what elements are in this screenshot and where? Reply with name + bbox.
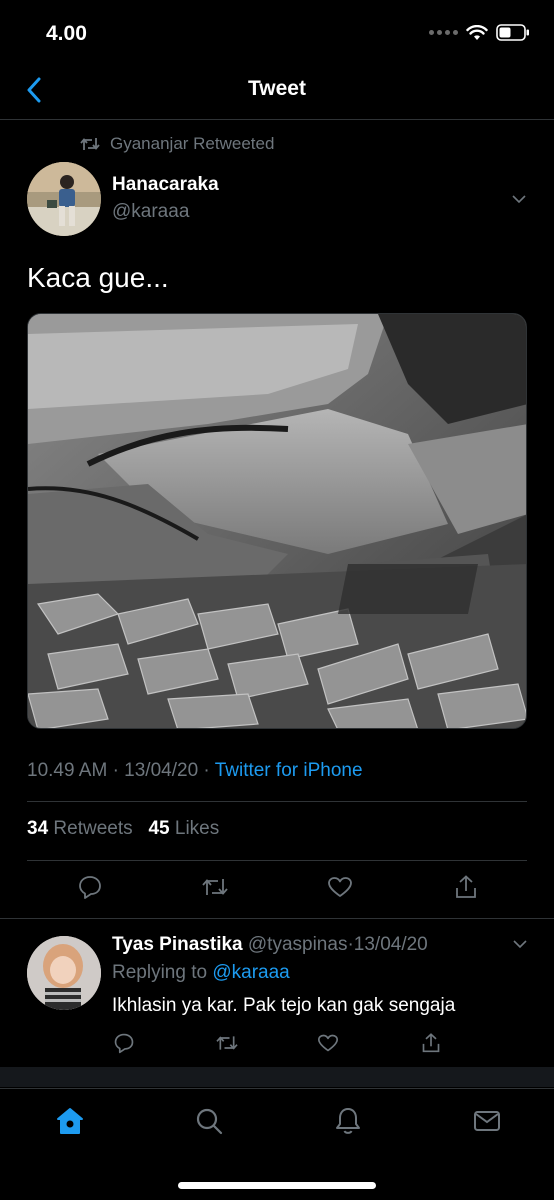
likes-label: Likes [174,818,220,839]
tweet-menu-button[interactable] [510,190,528,208]
nav-bar: Tweet [0,64,554,120]
likes-count: 45 [148,818,170,839]
share-icon [422,1033,440,1053]
tab-messages[interactable] [469,1103,505,1139]
reply-share-button[interactable] [418,1030,444,1056]
reply-header: Tyas Pinastika @tyaspinas·13/04/20 [112,934,428,956]
reply-actions [0,1030,554,1058]
avatar[interactable] [27,162,101,236]
reply-author-handle[interactable]: @tyaspinas [248,934,348,955]
reply-avatar[interactable] [27,936,101,1010]
replying-to-label: Replying to [112,962,208,983]
signal-icon [429,30,458,35]
bell-icon [336,1108,360,1134]
like-button[interactable] [325,872,355,902]
likes-stat[interactable]: 45 Likes [148,818,219,839]
reply-avatar-photo [27,936,101,1010]
chevron-down-icon [513,940,527,949]
author-handle[interactable]: @karaaa [112,201,189,223]
heart-icon [328,877,352,897]
reply-text: Ikhlasin ya kar. Pak tejo kan gak sengaj… [112,995,456,1016]
retweets-count: 34 [27,818,49,839]
author-name[interactable]: Hanacaraka [112,174,219,196]
page-title: Tweet [248,77,306,100]
retweets-stat[interactable]: 34 Retweets [27,818,133,839]
chevron-down-icon [512,195,526,204]
tweet-text: Kaca gue... [27,262,169,293]
divider [0,918,554,919]
tweet-timestamp: 10.49 AM · 13/04/20 · Twitter for iPhone [27,760,363,782]
reply-reply-button[interactable] [111,1030,137,1056]
reply-author-name[interactable]: Tyas Pinastika [112,934,243,955]
divider [27,860,527,861]
replying-to: Replying to @karaaa [112,962,290,984]
avatar-photo [27,162,101,236]
status-time: 4.00 [46,22,87,45]
separator-dot: · [112,760,119,781]
home-indicator[interactable] [178,1182,376,1189]
search-icon [196,1108,223,1135]
separator-dot: · [203,760,210,781]
share-button[interactable] [451,872,481,902]
tab-search[interactable] [191,1103,227,1139]
retweet-icon [202,879,228,895]
reply-button[interactable] [75,872,105,902]
replying-to-mention[interactable]: @karaaa [212,962,289,983]
status-bar: 4.00 [0,0,554,64]
mail-icon [474,1111,500,1131]
reply-like-button[interactable] [315,1030,341,1056]
tweet-time: 10.49 AM [27,760,108,781]
divider [27,801,527,802]
retweet-icon [216,1036,238,1050]
reply-date: 13/04/20 [353,934,428,955]
tweet-detail-screen: 4.00 Tweet Gyananjar Retweeted Hanacarak… [0,0,554,1200]
broken-glass-photo [28,314,526,728]
share-icon [456,875,476,898]
reply-icon [79,876,101,899]
tab-home[interactable] [52,1103,88,1139]
tweet-date: 13/04/20 [124,760,199,781]
retweeted-by-label: Gyananjar Retweeted [110,134,275,153]
tweet-image[interactable] [27,313,527,729]
home-icon [57,1108,83,1134]
reply-menu-button[interactable] [512,936,528,952]
tweet-actions [0,872,554,906]
battery-icon [496,24,529,41]
reply-icon [114,1033,134,1054]
tweet-source-link[interactable]: Twitter for iPhone [215,760,363,781]
retweet-icon [80,138,100,150]
retweeted-by[interactable]: Gyananjar Retweeted [80,134,274,154]
section-separator [0,1067,554,1087]
wifi-icon [466,24,488,40]
reply-retweet-button[interactable] [214,1030,240,1056]
status-icons [429,24,530,41]
retweets-label: Retweets [53,818,133,839]
tweet-stats: 34 Retweets 45 Likes [27,818,219,840]
heart-icon [318,1034,338,1052]
retweet-button[interactable] [200,872,230,902]
tab-notifications[interactable] [330,1103,366,1139]
